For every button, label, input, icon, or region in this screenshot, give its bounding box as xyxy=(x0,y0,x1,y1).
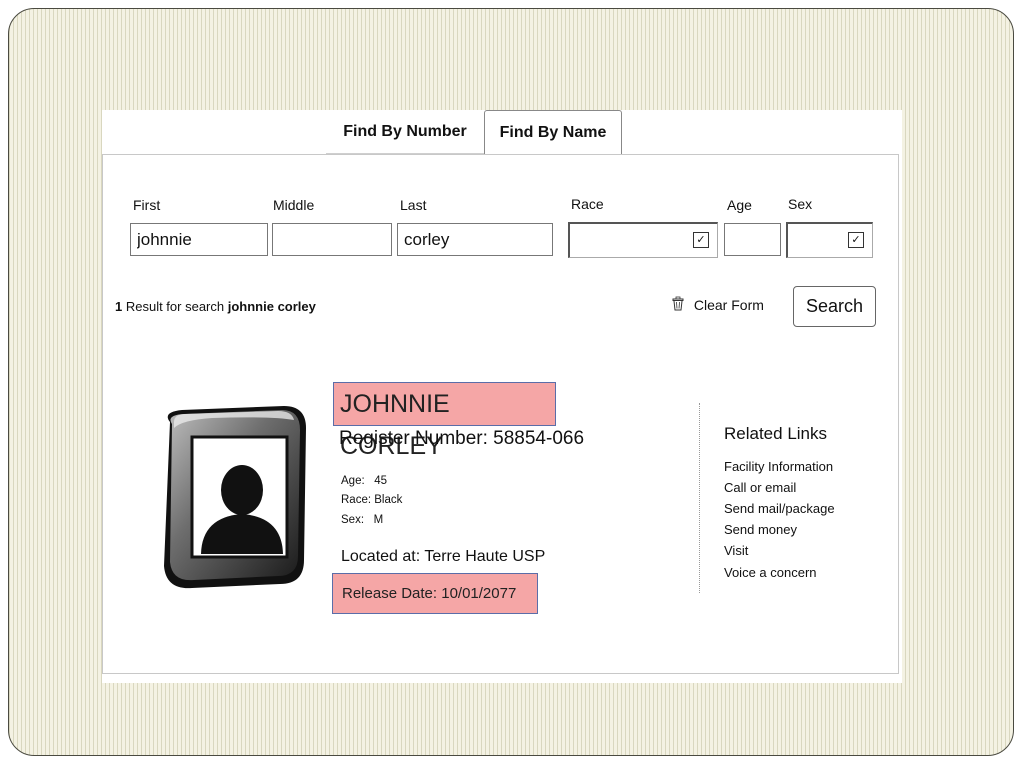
sex-select[interactable]: ✓ xyxy=(786,222,873,258)
tab-find-by-number[interactable]: Find By Number xyxy=(326,110,484,154)
search-button[interactable]: Search xyxy=(793,286,876,327)
link-send-mail-package[interactable]: Send mail/package xyxy=(724,501,835,516)
first-name-label: First xyxy=(133,197,161,213)
race-detail: Race: Black xyxy=(341,494,402,506)
first-name-field[interactable] xyxy=(130,223,268,256)
sex-detail-value: M xyxy=(373,514,384,526)
age-detail-label: Age: xyxy=(341,475,365,487)
link-visit[interactable]: Visit xyxy=(724,543,748,558)
tab-find-by-name[interactable]: Find By Name xyxy=(484,110,622,154)
age-detail: Age: 45 xyxy=(341,475,387,487)
race-detail-value: Black xyxy=(374,494,403,506)
middle-name-field[interactable] xyxy=(272,223,392,256)
clear-form-label: Clear Form xyxy=(693,297,764,313)
age-label: Age xyxy=(727,197,752,213)
inmate-locator-panel: Find By Number Find By Name First Middle… xyxy=(102,110,902,683)
related-links-title: Related Links xyxy=(724,424,828,443)
clear-form-button[interactable]: Clear Form xyxy=(672,296,764,313)
location: Located at: Terre Haute USP xyxy=(341,548,545,566)
divider xyxy=(699,403,700,593)
location-label: Located at: xyxy=(341,548,421,565)
sex-label: Sex xyxy=(788,196,813,212)
link-facility-information[interactable]: Facility Information xyxy=(724,459,833,474)
middle-name-label: Middle xyxy=(273,197,315,213)
link-call-or-email[interactable]: Call or email xyxy=(724,480,796,495)
race-select[interactable]: ✓ xyxy=(568,222,718,258)
chevron-down-icon: ✓ xyxy=(693,232,709,248)
sex-detail-label: Sex: xyxy=(341,514,365,526)
register-number: Register Number: 58854-066 xyxy=(339,428,585,449)
location-value: Terre Haute USP xyxy=(424,548,546,565)
link-send-money[interactable]: Send money xyxy=(724,522,797,537)
chevron-down-icon: ✓ xyxy=(848,232,864,248)
sex-detail: Sex: M xyxy=(341,514,383,526)
result-text: Result for search xyxy=(122,299,228,314)
age-field[interactable] xyxy=(724,223,781,256)
link-voice-a-concern[interactable]: Voice a concern xyxy=(724,565,817,580)
last-name-label: Last xyxy=(400,197,427,213)
result-query: johnnie corley xyxy=(227,299,316,314)
age-detail-value: 45 xyxy=(374,475,388,487)
release-date: Release Date: 10/01/2077 xyxy=(332,573,538,614)
inmate-name: JOHNNIE CORLEY xyxy=(333,382,556,460)
race-label: Race xyxy=(571,196,604,212)
person-silhouette-icon xyxy=(152,402,312,592)
result-summary: 1 Result for search johnnie corley xyxy=(115,299,316,314)
last-name-field[interactable] xyxy=(397,223,553,256)
trash-icon xyxy=(672,296,688,313)
race-detail-label: Race: xyxy=(341,494,372,506)
